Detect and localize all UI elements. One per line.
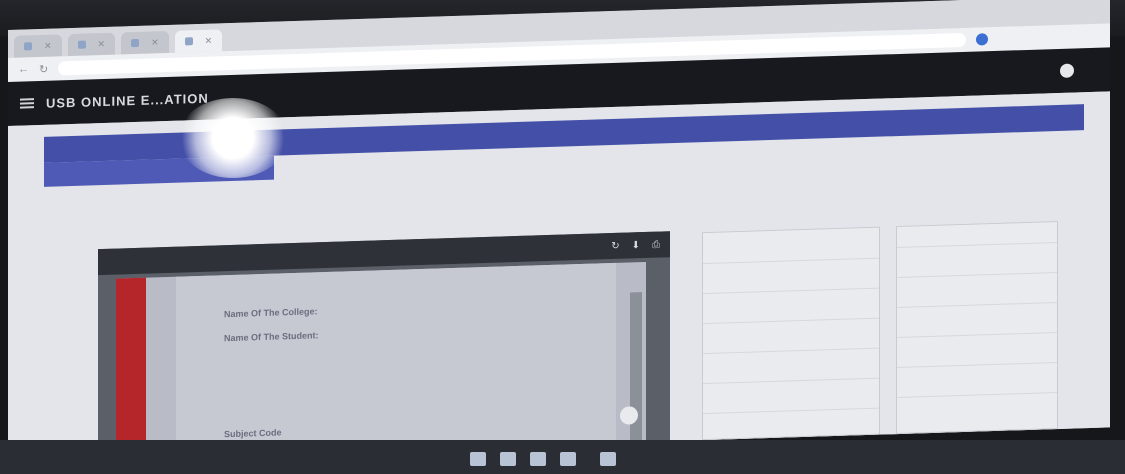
document-area: Name Of The College: Name Of The Student… xyxy=(116,261,646,462)
print-icon[interactable]: ⎙ xyxy=(652,239,660,250)
tab-icon xyxy=(131,38,140,48)
tab-3[interactable]: ✕ xyxy=(121,30,169,55)
taskbar xyxy=(0,440,1125,474)
avatar xyxy=(1060,63,1074,78)
taskbar-app-icon[interactable] xyxy=(530,452,546,466)
field-student-label: Name Of The Student: xyxy=(224,330,319,344)
row-divider xyxy=(703,287,879,295)
row-divider xyxy=(703,377,879,385)
field-subject-code-label: Subject Code xyxy=(224,427,282,440)
row-divider xyxy=(897,242,1057,249)
tab-icon xyxy=(24,42,32,51)
profile-icon[interactable] xyxy=(976,33,989,46)
tab-1[interactable]: ✕ xyxy=(14,34,62,58)
photo-frame: ✕ ✕ ✕ ✕ ← ↻ USB ONLINE E...ATION ↻ ⬇ ⎙ N… xyxy=(0,0,1125,474)
app-title: USB ONLINE E...ATION xyxy=(46,90,209,111)
document-page: Name Of The College: Name Of The Student… xyxy=(176,262,616,461)
row-divider xyxy=(703,407,879,415)
header-right xyxy=(1032,63,1080,79)
row-divider xyxy=(897,332,1057,339)
tab-4[interactable]: ✕ xyxy=(174,29,223,53)
row-divider xyxy=(897,272,1057,279)
main-content: ↻ ⬇ ⎙ Name Of The College: Name Of The S… xyxy=(8,91,1110,462)
tab-icon xyxy=(184,37,193,46)
light-glare xyxy=(178,98,288,178)
marks-panel xyxy=(896,221,1058,435)
taskbar-app-icon[interactable] xyxy=(600,452,616,466)
download-icon[interactable]: ⬇ xyxy=(632,240,640,251)
pdf-viewer: ↻ ⬇ ⎙ Name Of The College: Name Of The S… xyxy=(98,231,670,462)
page-list-panel xyxy=(702,226,880,441)
document-left-strip xyxy=(116,277,146,462)
taskbar-app-icon[interactable] xyxy=(500,452,516,466)
row-divider xyxy=(703,317,879,325)
field-subject-code: Subject Code xyxy=(224,427,282,439)
rotate-icon[interactable]: ↻ xyxy=(611,240,619,251)
tab-2[interactable]: ✕ xyxy=(67,32,116,57)
row-divider xyxy=(897,392,1057,399)
field-college: Name Of The College: xyxy=(224,306,318,319)
close-icon[interactable]: ✕ xyxy=(151,37,159,48)
row-divider xyxy=(897,302,1057,309)
info-row xyxy=(88,185,1048,215)
tab-icon xyxy=(77,40,86,49)
close-icon[interactable]: ✕ xyxy=(98,38,106,49)
reload-icon[interactable]: ↻ xyxy=(39,62,48,75)
field-college-label: Name Of The College: xyxy=(224,306,318,320)
row-divider xyxy=(897,362,1057,369)
document-scrollbar[interactable] xyxy=(630,292,642,462)
field-student: Name Of The Student: xyxy=(224,330,319,343)
hamburger-menu-icon[interactable] xyxy=(20,98,34,109)
row-divider xyxy=(703,347,879,355)
row-divider xyxy=(703,257,879,265)
close-icon[interactable]: ✕ xyxy=(44,40,52,51)
taskbar-app-icon[interactable] xyxy=(560,452,576,466)
close-icon[interactable]: ✕ xyxy=(205,35,213,46)
browser-window: ✕ ✕ ✕ ✕ ← ↻ USB ONLINE E...ATION ↻ ⬇ ⎙ N… xyxy=(8,0,1110,462)
taskbar-app-icon[interactable] xyxy=(470,452,486,466)
user-menu[interactable] xyxy=(1060,63,1080,78)
back-icon[interactable]: ← xyxy=(18,63,29,75)
